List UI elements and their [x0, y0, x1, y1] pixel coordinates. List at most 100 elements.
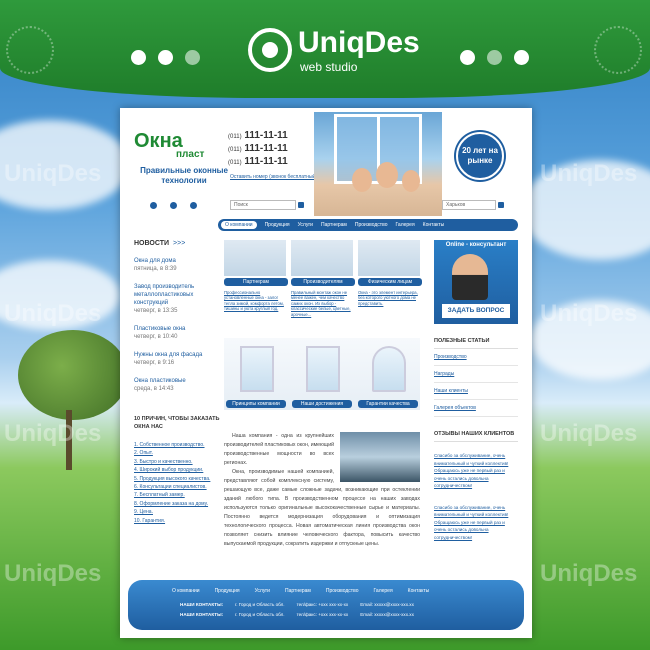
contacts-email[interactable]: Email: xxxxx@xxxx-xxx.xx	[360, 612, 414, 617]
card-producers[interactable]: Производителям Правильный монтаж окон не…	[291, 240, 355, 317]
watermark: UniqDes	[540, 300, 638, 327]
review-item[interactable]: Спасибо за обслуживание, очень вниматель…	[434, 504, 518, 542]
interior-photo	[340, 432, 420, 482]
footer-link[interactable]: Партнерам	[285, 588, 311, 594]
workers-photo	[224, 240, 286, 276]
menu-item-gallery[interactable]: Галерея	[395, 222, 414, 228]
menu-item-contacts[interactable]: Контакты	[423, 222, 445, 228]
reason-item[interactable]: 3. Быстро и качественно.	[134, 458, 220, 466]
online-heading: Online - консультант	[445, 242, 507, 248]
menu-item-production[interactable]: Производство	[355, 222, 388, 228]
right-column: Online - консультант ЗАДАТЬ ВОПРОС ПОЛЕЗ…	[434, 240, 518, 541]
search-button[interactable]	[298, 202, 304, 208]
news-item: Окна пластиковые среда, в 14:43	[134, 377, 214, 393]
family-photo	[352, 168, 372, 192]
contacts-email[interactable]: Email: xxxxx@xxxx-xxx.xx	[360, 602, 414, 607]
useful-heading: ПОЛЕЗНЫЕ СТАТЬИ	[434, 334, 518, 349]
logo-icon[interactable]	[248, 28, 292, 72]
phone-3: (011) 111-11-11	[228, 156, 288, 167]
phone-1: (011) 111-11-11	[228, 130, 288, 141]
reason-item[interactable]: 2. Опыт.	[134, 449, 220, 457]
reasons-block: 10 ПРИЧИН, ЧТОБЫ ЗАКАЗАТЬ ОКНА НАС 1. Со…	[134, 415, 220, 525]
site-slogan: Правильные оконные технологии	[140, 166, 228, 185]
card-text[interactable]: Окна - это элемент интерьера, без которо…	[358, 290, 422, 306]
review-item[interactable]: Спасибо за обслуживание, очень вниматель…	[434, 452, 518, 490]
card-text[interactable]: Профессионально установленные окна - зал…	[224, 290, 288, 312]
menu-item-partners[interactable]: Партнерам	[321, 222, 347, 228]
news-title[interactable]: Пластиковые окна	[134, 325, 214, 333]
reason-item[interactable]: 6. Консультации специалистов.	[134, 483, 220, 491]
contacts-city: г. Город и Область обл.	[235, 602, 285, 607]
watermark: UniqDes	[4, 300, 102, 327]
card-label[interactable]: Партнерам	[224, 278, 288, 286]
watermark: UniqDes	[540, 560, 638, 587]
useful-link[interactable]: Производство	[434, 349, 518, 366]
contacts-phone: тел/факс: +xxx xxx-xx-xx	[296, 602, 349, 607]
banner-label[interactable]: Гарантии качества	[358, 400, 418, 408]
news-item: Окна для дома пятница, в 8:39	[134, 257, 214, 273]
menu-item-about[interactable]: О компании	[221, 221, 257, 229]
news-title[interactable]: Окна для дома	[134, 257, 214, 265]
footer-link[interactable]: Контакты	[408, 588, 430, 594]
website-mockup: Окна пласт Правильные оконные технологии…	[120, 108, 532, 638]
logo-text[interactable]: UniqDes	[298, 26, 420, 60]
city-select-button[interactable]	[498, 202, 504, 208]
search-input[interactable]: Поиск	[230, 200, 296, 210]
phone-2: (011) 111-11-11	[228, 143, 288, 154]
card-label[interactable]: Производителям	[291, 278, 355, 286]
logo-tagline: web studio	[300, 60, 358, 74]
dot-icon	[131, 50, 146, 65]
news-date: среда, в 14:43	[134, 386, 174, 392]
site-subtitle: пласт	[176, 149, 205, 160]
useful-link[interactable]: Галерея объектов	[434, 400, 518, 417]
header-photo	[314, 112, 442, 216]
footer-link[interactable]: О компании	[172, 588, 200, 594]
operator-photo	[452, 254, 488, 300]
reason-item[interactable]: 1. Собственное производство.	[134, 441, 220, 449]
online-consultant[interactable]: Online - консультант ЗАДАТЬ ВОПРОС	[434, 240, 518, 324]
reason-item[interactable]: 8. Оформление заказа на дому.	[134, 500, 220, 508]
banner-label[interactable]: Принципы компании	[226, 400, 286, 408]
about-article: Наша компания - одна из крупнейших произ…	[224, 432, 420, 549]
reason-item[interactable]: 4. Широкий выбор продукции.	[134, 466, 220, 474]
card-text[interactable]: Правильный монтаж окон не менее важен, ч…	[291, 290, 355, 317]
products-banner: Принципы компании Наши достижения Гарант…	[224, 338, 420, 410]
footer-link[interactable]: Продукция	[215, 588, 240, 594]
news-item: Пластиковые окна четверг, в 10:40	[134, 325, 214, 341]
news-title[interactable]: Нужны окна для фасада	[134, 351, 214, 359]
news-more-link[interactable]: >>>	[173, 240, 185, 247]
reason-item[interactable]: 9. Цена.	[134, 508, 220, 516]
footer-link[interactable]: Галерея	[373, 588, 392, 594]
contacts-city: г. Город и Область обл.	[235, 612, 285, 617]
useful-link[interactable]: Награды	[434, 366, 518, 383]
footer-contacts: НАШИ КОНТАКТЫ: г. Город и Область обл. т…	[180, 602, 414, 607]
menu-item-products[interactable]: Продукция	[265, 222, 290, 228]
card-partners[interactable]: Партнерам Профессионально установленные …	[224, 240, 288, 312]
main-menu: О компании Продукция Услуги Партнерам Пр…	[218, 219, 518, 231]
slider-dot[interactable]	[190, 202, 197, 209]
footer-link[interactable]: Услуги	[255, 588, 270, 594]
reason-item[interactable]: 7. Бесплатный замер.	[134, 491, 220, 499]
reason-item[interactable]: 5. Продукция высокого качества.	[134, 475, 220, 483]
news-item: Нужны окна для фасада четверг, в 9:16	[134, 351, 214, 367]
ornament-icon	[594, 26, 642, 74]
callback-link[interactable]: Оставить номер (звонок бесплатный)	[230, 174, 317, 180]
ornament-icon	[6, 26, 54, 74]
watermark: UniqDes	[4, 420, 102, 447]
news-title[interactable]: Окна пластиковые	[134, 377, 214, 385]
news-heading: НОВОСТИ >>>	[134, 240, 186, 247]
menu-item-services[interactable]: Услуги	[298, 222, 313, 228]
card-label[interactable]: Физическим лицам	[358, 278, 422, 286]
family-photo	[402, 170, 420, 192]
reason-item[interactable]: 10. Гарантия.	[134, 517, 220, 525]
ask-question-button[interactable]: ЗАДАТЬ ВОПРОС	[442, 304, 510, 318]
slider-dot[interactable]	[170, 202, 177, 209]
footer-link[interactable]: Производство	[326, 588, 359, 594]
city-select[interactable]: Харьков	[442, 200, 496, 210]
useful-link[interactable]: Наши клиенты	[434, 383, 518, 400]
banner-label[interactable]: Наши достижения	[292, 400, 352, 408]
card-individuals[interactable]: Физическим лицам Окна - это элемент инте…	[358, 240, 422, 306]
news-title[interactable]: Завод производитель металлопластиковых к…	[134, 283, 214, 307]
slider-dot[interactable]	[150, 202, 157, 209]
contacts-label: НАШИ КОНТАКТЫ:	[180, 602, 224, 607]
